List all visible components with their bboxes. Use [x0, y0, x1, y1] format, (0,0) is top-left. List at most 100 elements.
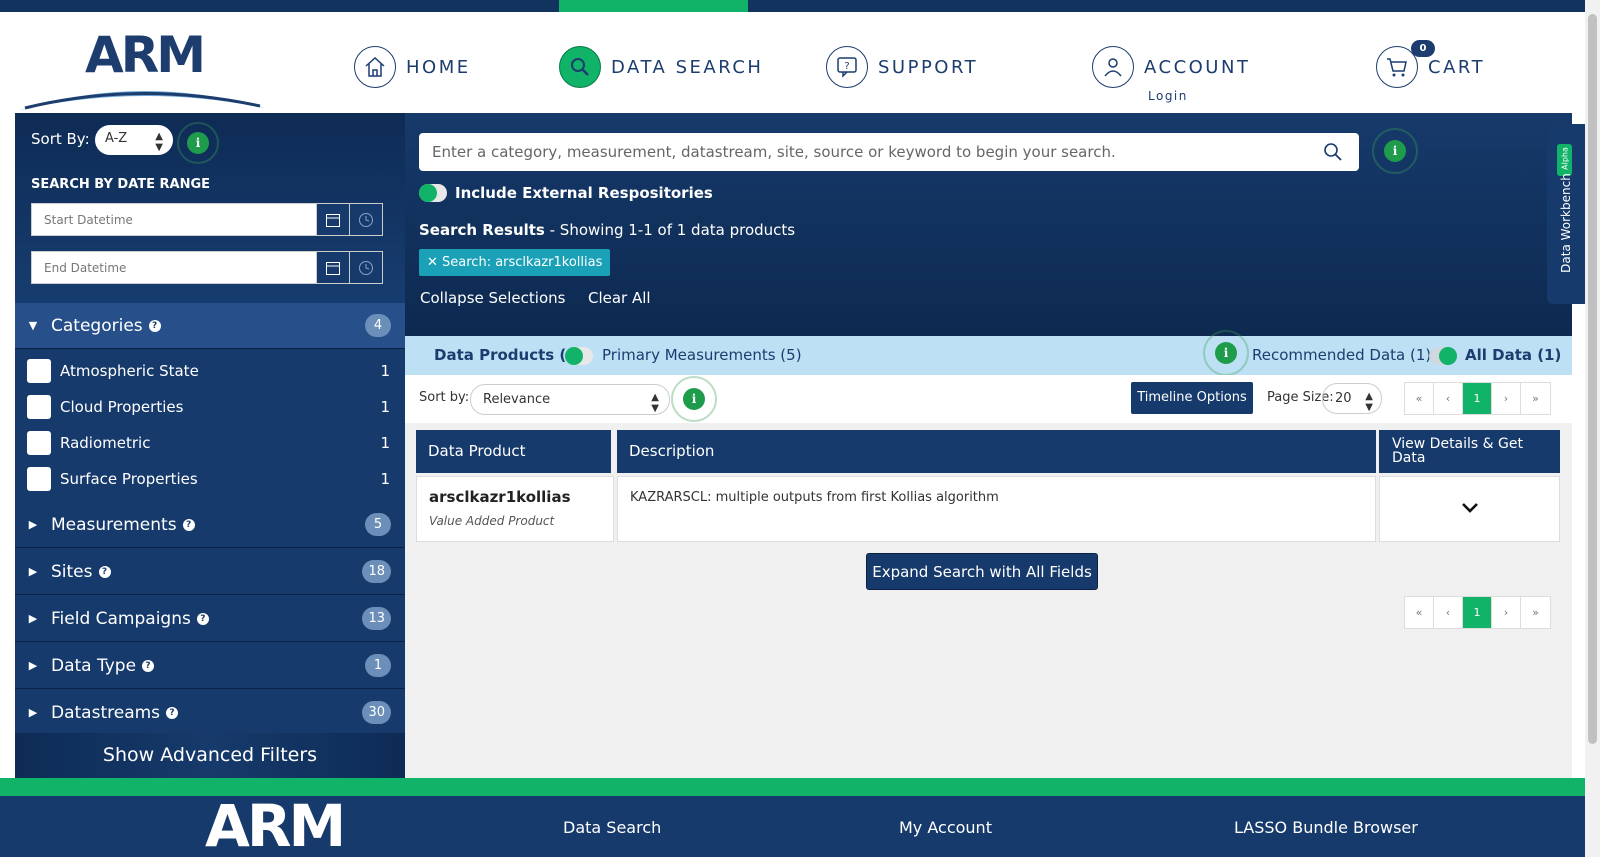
search-info-button[interactable]: i	[1372, 128, 1418, 174]
calendar-icon[interactable]	[316, 252, 349, 283]
tab-recommended-data[interactable]: Recommended Data (1)	[1252, 346, 1431, 364]
facet-label: Field Campaigns	[51, 608, 191, 629]
expand-search-button[interactable]: Expand Search with All Fields	[866, 553, 1098, 590]
category-row[interactable]: Radiometric 1	[15, 425, 405, 461]
page-1-button[interactable]: 1	[1463, 597, 1492, 628]
first-page-button[interactable]: «	[1405, 383, 1434, 414]
next-page-button[interactable]: ›	[1492, 597, 1521, 628]
scrollbar-thumb[interactable]	[1588, 14, 1597, 744]
product-type: Value Added Product	[429, 514, 555, 528]
info-icon: i	[683, 388, 705, 410]
facet-datastreams[interactable]: ▶ Datastreams? 30	[15, 690, 405, 736]
category-checkbox[interactable]	[27, 467, 51, 491]
help-icon[interactable]: ?	[142, 659, 155, 672]
first-page-button[interactable]: «	[1405, 597, 1434, 628]
facet-measurements[interactable]: ▶ Measurements? 5	[15, 502, 405, 548]
sort-info-button[interactable]: i	[671, 376, 717, 422]
facet-label: Data Type	[51, 655, 137, 676]
nav-home[interactable]: HOME	[354, 44, 471, 90]
clear-all-link[interactable]: Clear All	[588, 289, 651, 307]
close-icon[interactable]: ✕	[427, 255, 442, 270]
tab-all-data[interactable]: All Data (1)	[1465, 346, 1561, 364]
help-icon[interactable]: ?	[166, 706, 179, 719]
help-icon[interactable]: ?	[98, 565, 111, 578]
nav-data-search[interactable]: DATA SEARCH	[559, 44, 763, 90]
date-range-title: SEARCH BY DATE RANGE	[31, 177, 211, 192]
active-nav-indicator	[559, 0, 748, 12]
category-checkbox[interactable]	[27, 395, 51, 419]
footer-link-lasso[interactable]: LASSO Bundle Browser	[1234, 818, 1418, 837]
chevron-down-icon[interactable]	[1460, 497, 1480, 517]
search-icon[interactable]	[1323, 142, 1343, 162]
prev-page-button[interactable]: ‹	[1434, 383, 1463, 414]
facet-label: Datastreams	[51, 702, 161, 723]
product-name-link[interactable]: arsclkazr1kollias	[429, 488, 571, 506]
search-filter-chip[interactable]: ✕ Search: arsclkazr1kollias	[419, 249, 611, 276]
category-row[interactable]: Surface Properties 1	[15, 461, 405, 497]
data-workbench-tab[interactable]: Alpha Data Workbench	[1547, 124, 1585, 304]
page-scrollbar[interactable]	[1585, 0, 1600, 857]
recommended-all-toggle[interactable]	[1429, 347, 1457, 365]
caret-right-icon: ▶	[28, 659, 38, 672]
search-header: Enter a category, measurement, datastrea…	[405, 113, 1572, 336]
category-checkbox[interactable]	[27, 359, 51, 383]
clock-icon[interactable]	[349, 204, 382, 235]
sort-by-select[interactable]: Relevance ▲ ▼	[470, 384, 670, 415]
footer-link-my-account[interactable]: My Account	[899, 818, 992, 837]
help-icon[interactable]: ?	[148, 319, 161, 332]
results-panel: Enter a category, measurement, datastrea…	[405, 113, 1572, 778]
help-icon[interactable]: ?	[196, 612, 209, 625]
tab-data-products[interactable]: Data Products (1)	[434, 346, 584, 364]
start-datetime-input[interactable]: Start Datetime	[32, 204, 316, 235]
facet-categories[interactable]: ▼ Categories? 4	[15, 303, 405, 349]
nav-cart-label: CART	[1428, 56, 1486, 78]
show-advanced-filters-button[interactable]: Show Advanced Filters	[15, 733, 405, 778]
arm-logo[interactable]: ARM	[20, 26, 270, 116]
last-page-button[interactable]: »	[1521, 383, 1550, 414]
facet-count-badge: 1	[365, 654, 391, 677]
collapse-selections-link[interactable]: Collapse Selections	[420, 289, 565, 307]
calendar-icon[interactable]	[316, 204, 349, 235]
nav-account-label: ACCOUNT	[1144, 56, 1251, 78]
facet-label: Categories	[51, 315, 143, 336]
end-datetime-input[interactable]: End Datetime	[32, 252, 316, 283]
nav-support[interactable]: ? SUPPORT	[826, 44, 978, 90]
sort-info-button[interactable]: i	[177, 122, 219, 164]
sort-by-label: Sort by:	[419, 390, 470, 405]
category-row[interactable]: Atmospheric State 1	[15, 353, 405, 389]
login-link[interactable]: Login	[1148, 89, 1188, 103]
facet-field-campaigns[interactable]: ▶ Field Campaigns? 13	[15, 596, 405, 642]
last-page-button[interactable]: »	[1521, 597, 1550, 628]
search-input[interactable]: Enter a category, measurement, datastrea…	[419, 133, 1359, 171]
prev-page-button[interactable]: ‹	[1434, 597, 1463, 628]
external-repos-toggle[interactable]	[419, 184, 447, 202]
col-header-view-details: View Details & Get Data	[1379, 430, 1560, 473]
facet-count-badge: 30	[362, 701, 391, 724]
products-measurements-toggle[interactable]	[565, 347, 593, 365]
footer-logo[interactable]: ARM	[205, 792, 346, 860]
help-icon[interactable]: ?	[182, 518, 195, 531]
data-filter-info-button[interactable]: i	[1203, 330, 1249, 376]
category-count: 1	[380, 362, 390, 380]
facet-sites[interactable]: ▶ Sites? 18	[15, 549, 405, 595]
category-checkbox[interactable]	[27, 431, 51, 455]
tab-primary-measurements[interactable]: Primary Measurements (5)	[602, 346, 802, 364]
sort-select[interactable]: A-Z ▲ ▼	[95, 125, 173, 155]
page-size-select[interactable]: 20 ▲ ▼	[1322, 383, 1382, 414]
nav-cart[interactable]: 0 CART	[1376, 40, 1486, 90]
toggle-knob	[419, 184, 437, 202]
caret-right-icon: ▶	[28, 612, 38, 625]
start-datetime-field[interactable]: Start Datetime	[31, 203, 383, 236]
info-icon: i	[187, 132, 209, 154]
end-datetime-field[interactable]: End Datetime	[31, 251, 383, 284]
timeline-options-button[interactable]: Timeline Options	[1131, 382, 1253, 414]
clock-icon[interactable]	[349, 252, 382, 283]
filter-sidebar: Sort By: A-Z ▲ ▼ i SEARCH BY DATE RANGE St…	[15, 113, 405, 778]
nav-account[interactable]: ACCOUNT Login	[1092, 44, 1251, 103]
category-row[interactable]: Cloud Properties 1	[15, 389, 405, 425]
next-page-button[interactable]: ›	[1492, 383, 1521, 414]
facet-data-type[interactable]: ▶ Data Type? 1	[15, 643, 405, 689]
page-1-button[interactable]: 1	[1463, 383, 1492, 414]
table-row-details[interactable]	[1379, 476, 1560, 542]
footer-link-data-search[interactable]: Data Search	[563, 818, 661, 837]
